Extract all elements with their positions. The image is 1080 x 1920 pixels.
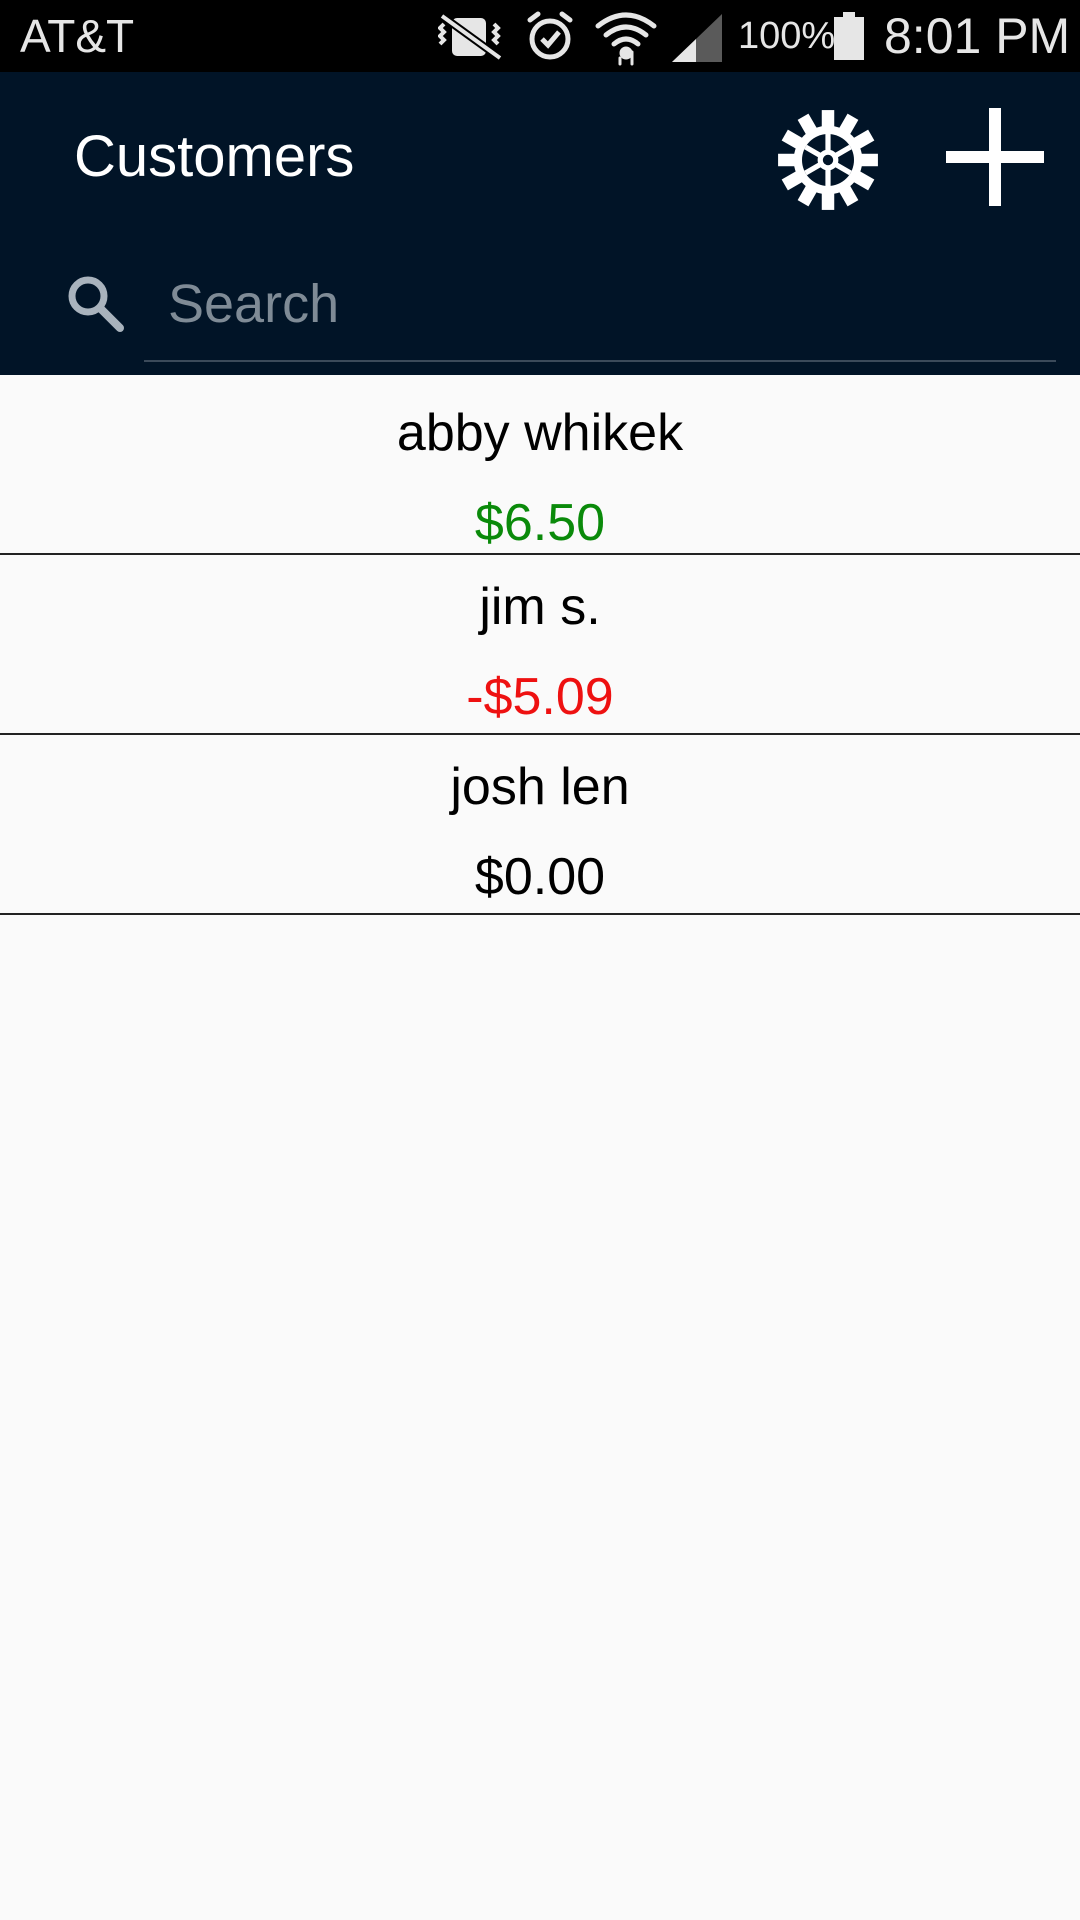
battery-percent: 100% <box>738 15 836 57</box>
add-customer-button[interactable] <box>940 102 1050 212</box>
status-bar: AT&T 100% 8:01 PM <box>0 0 1080 72</box>
customer-balance: $6.50 <box>474 494 606 552</box>
wifi-icon <box>595 12 657 66</box>
search-input[interactable] <box>146 254 1056 354</box>
plus-icon <box>946 108 1044 206</box>
search-underline <box>144 360 1056 362</box>
status-icons <box>438 11 722 66</box>
customer-balance: $0.00 <box>474 848 606 906</box>
customer-row[interactable]: josh len $0.00 <box>0 735 1080 915</box>
battery-icon <box>834 12 864 60</box>
customer-row[interactable]: jim s. -$5.09 <box>0 555 1080 735</box>
customer-name: josh len <box>450 758 630 816</box>
vibrate-mute-icon <box>438 12 503 62</box>
alarm-icon <box>527 11 573 60</box>
customer-name: abby whikek <box>396 404 684 462</box>
customer-list: abby whikek $6.50 jim s. -$5.09 josh len… <box>0 375 1080 915</box>
app-bar: Customers <box>0 72 1080 375</box>
gear-icon <box>778 110 878 210</box>
customer-balance: -$5.09 <box>466 668 614 726</box>
carrier-label: AT&T <box>20 10 135 62</box>
signal-icon <box>672 14 722 62</box>
page-title: Customers <box>74 124 355 189</box>
search-icon <box>68 276 124 332</box>
customer-row[interactable]: abby whikek $6.50 <box>0 375 1080 555</box>
status-clock: 8:01 PM <box>884 8 1071 64</box>
settings-button[interactable] <box>776 108 880 212</box>
customer-name: jim s. <box>479 578 601 636</box>
